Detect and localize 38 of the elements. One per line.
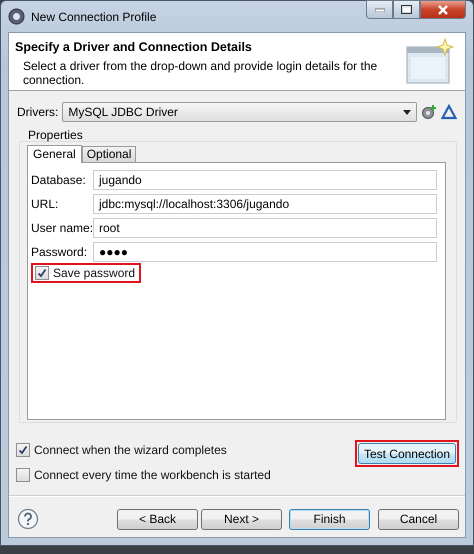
page-title: Specify a Driver and Connection Details [15,40,253,54]
checkbox-label: Connect every time the workbench is started [34,468,271,482]
app-icon [8,8,25,25]
triangle-icon[interactable] [441,104,457,120]
input-field[interactable]: root [93,218,437,238]
drivers-label: Drivers: [17,105,58,119]
properties-group-label: Properties [27,129,84,141]
field-label: Database: [31,172,87,186]
maximize-icon [401,5,412,14]
minimize-icon [374,8,384,12]
dialog-button[interactable]: Cancel [378,508,459,530]
maximize-button[interactable] [393,0,420,19]
dialog-button[interactable]: Next > [201,508,282,530]
checkbox-label: Connect when the wizard completes [34,443,227,457]
tab[interactable]: Optional [82,146,136,162]
input-field[interactable]: ●●●● [93,242,437,262]
close-icon [437,4,449,14]
field-label: Password: [31,244,88,258]
checkbox-label: Save password [53,266,136,280]
help-icon[interactable] [17,508,39,530]
new-driver-icon[interactable] [421,104,437,120]
input-field[interactable]: jdbc:mysql://localhost:3306/jugando [93,194,437,214]
window-title: New Connection Profile [31,10,158,24]
checkbox[interactable] [16,468,30,482]
driver-dropdown[interactable]: MySQL JDBC Driver [62,102,417,122]
page-description: Select a driver from the drop-down and provide login details for the connection. [23,59,378,87]
tab[interactable]: General [27,145,82,163]
checkbox[interactable] [16,443,30,457]
input-field[interactable]: jugando [93,170,437,190]
test-connection-button[interactable]: Test Connection [358,443,456,464]
field-label: URL: [31,196,60,210]
checkbox[interactable] [35,266,49,280]
field-label: User name: [31,220,93,234]
dialog-button[interactable]: Finish [289,508,370,530]
dialog-button[interactable]: < Back [117,508,198,530]
minimize-button[interactable] [366,0,393,19]
close-button[interactable] [420,0,466,19]
caret-icon [403,110,411,114]
